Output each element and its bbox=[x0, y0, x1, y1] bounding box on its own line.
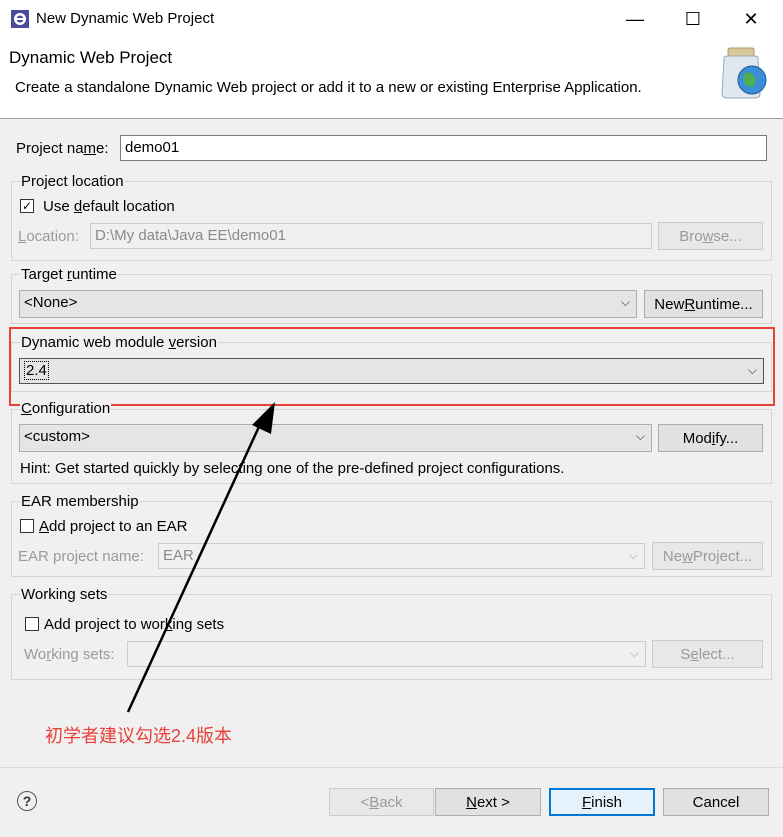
checkmark-icon: ✓ bbox=[21, 199, 33, 213]
maximize-button[interactable]: ☐ bbox=[665, 0, 721, 38]
add-to-ear-checkbox[interactable] bbox=[20, 519, 34, 533]
eclipse-icon bbox=[11, 10, 29, 28]
browse-button[interactable]: Bro w se... bbox=[658, 222, 763, 250]
close-button[interactable]: ✕ bbox=[723, 0, 779, 38]
web-project-jar-icon bbox=[721, 47, 767, 99]
chevron-down-icon: ⌵ bbox=[635, 429, 645, 443]
window-title: New Dynamic Web Project bbox=[36, 10, 215, 27]
annotation-text: 初学者建议勾选2.4版本 bbox=[45, 726, 233, 746]
configuration-value: <custom> bbox=[24, 428, 90, 445]
add-to-working-sets-label: Add project to working sets bbox=[44, 616, 225, 633]
help-glyph: ? bbox=[22, 793, 32, 809]
add-to-working-sets-checkbox[interactable] bbox=[25, 617, 39, 631]
modify-button[interactable]: Mod i fy... bbox=[658, 424, 763, 452]
chevron-down-icon: ⌵ bbox=[620, 295, 630, 309]
project-name-label: Project name: bbox=[16, 140, 109, 157]
chevron-down-icon: ⌵ bbox=[628, 548, 638, 562]
location-label: Location: bbox=[18, 228, 79, 245]
working-sets-label: Working sets bbox=[20, 586, 109, 603]
working-sets-select[interactable]: ⌵ bbox=[127, 641, 646, 667]
use-default-location-label: Use default location bbox=[43, 198, 175, 215]
next-button[interactable]: Next > bbox=[435, 788, 541, 816]
select-button[interactable]: Se lect... bbox=[652, 640, 763, 668]
ear-project-name-value: EAR bbox=[163, 547, 194, 564]
configuration-hint: Hint: Get started quickly by selecting o… bbox=[20, 460, 565, 477]
configuration-select[interactable]: <custom> ⌵ bbox=[19, 424, 652, 452]
target-runtime-value: <None> bbox=[24, 294, 78, 311]
chevron-down-icon: ⌵ bbox=[629, 646, 639, 660]
page-description: Create a standalone Dynamic Web project … bbox=[15, 79, 642, 96]
project-location-label: Project location bbox=[20, 173, 125, 190]
configuration-label: Configuration bbox=[20, 400, 112, 417]
ear-membership-label: EAR membership bbox=[20, 493, 140, 510]
ear-project-name-select[interactable]: EAR ⌵ bbox=[158, 543, 645, 569]
highlight-box bbox=[9, 327, 775, 406]
cancel-button[interactable]: Cancel bbox=[663, 788, 769, 816]
ear-project-name-label: EAR project name: bbox=[18, 548, 144, 565]
page-title: Dynamic Web Project bbox=[9, 48, 173, 67]
minimize-button[interactable]: — bbox=[607, 0, 663, 38]
add-to-ear-label: Add project to an EAR bbox=[39, 518, 188, 535]
new-runtime-button[interactable]: New Runtime... bbox=[644, 290, 763, 318]
location-input[interactable]: D:\My data\Java EE\demo01 bbox=[90, 223, 652, 249]
back-button[interactable]: < Back bbox=[329, 788, 434, 816]
target-runtime-label: Target runtime bbox=[20, 266, 118, 283]
target-runtime-select[interactable]: <None> ⌵ bbox=[19, 290, 637, 318]
finish-button[interactable]: Finish bbox=[549, 788, 655, 816]
use-default-location-checkbox[interactable]: ✓ bbox=[20, 199, 34, 213]
working-sets-field-label: Working sets: bbox=[24, 646, 115, 663]
help-icon[interactable]: ? bbox=[17, 791, 37, 811]
new-project-button[interactable]: Ne w Project... bbox=[652, 542, 763, 570]
project-name-input[interactable]: demo01 bbox=[120, 135, 767, 161]
